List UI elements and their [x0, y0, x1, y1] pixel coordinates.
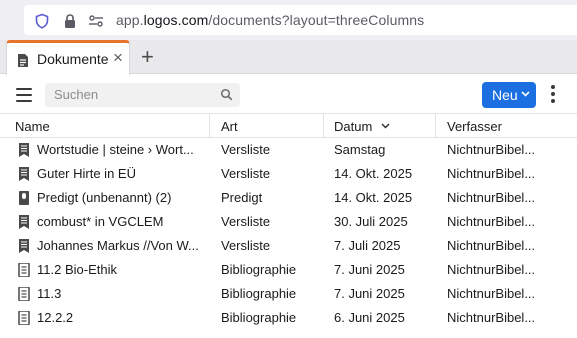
more-options-icon[interactable] [549, 85, 557, 105]
new-button-label: Neu [492, 87, 518, 103]
tab-label: Dokumente [37, 51, 109, 67]
document-type: Versliste [221, 166, 271, 181]
document-name: Wortstudie | steine › Wort... [37, 142, 194, 157]
wordlist-icon [19, 167, 29, 181]
document-type: Predigt [221, 190, 263, 205]
sort-descending-icon[interactable] [381, 123, 390, 129]
document-type: Bibliographie [221, 286, 297, 301]
document-author: NichtnurBibel... [447, 166, 536, 181]
document-name: 11.2 Bio-Ethik [37, 262, 117, 277]
document-author: NichtnurBibel... [447, 262, 536, 277]
document-icon [18, 54, 28, 67]
search-input[interactable]: Suchen [45, 83, 240, 107]
table-row[interactable]: Johannes Markus //Von W... Versliste 7. … [0, 234, 577, 258]
document-date: 14. Okt. 2025 [334, 166, 413, 181]
column-header-datum[interactable]: Datum [334, 119, 372, 134]
tab-dokumente[interactable]: Dokumente × [6, 40, 130, 75]
document-name: Johannes Markus //Von W... [37, 238, 199, 253]
document-type: Versliste [221, 142, 271, 157]
document-author: NichtnurBibel... [447, 142, 536, 157]
table-header: Name Art Datum Verfasser [0, 113, 577, 138]
tab-strip: Dokumente × + [0, 40, 577, 75]
document-author: NichtnurBibel... [447, 286, 536, 301]
lock-icon[interactable] [62, 13, 78, 29]
document-type: Versliste [221, 214, 271, 229]
bibliography-icon [18, 263, 30, 277]
add-tab-button[interactable]: + [141, 44, 154, 70]
wordlist-icon [19, 143, 29, 157]
shield-icon[interactable] [34, 13, 50, 29]
document-date: 14. Okt. 2025 [334, 190, 413, 205]
document-type: Versliste [221, 238, 271, 253]
document-type: Bibliographie [221, 262, 297, 277]
table-row[interactable]: Wortstudie | steine › Wort... Versliste … [0, 138, 577, 162]
url-text[interactable]: app.logos.com/documents?layout=threeColu… [116, 12, 424, 28]
document-author: NichtnurBibel... [447, 238, 536, 253]
document-name: 11.3 [37, 286, 62, 301]
document-date: 7. Juli 2025 [334, 238, 401, 253]
site-permissions-icon[interactable] [88, 13, 104, 29]
close-icon[interactable]: × [113, 49, 123, 67]
table-row[interactable]: Guter Hirte in EÜ Versliste 14. Okt. 202… [0, 162, 577, 186]
document-date: 7. Juni 2025 [334, 286, 405, 301]
app-toolbar: Suchen Neu [0, 75, 577, 113]
column-divider[interactable] [435, 114, 436, 138]
browser-toolbar: app.logos.com/documents?layout=threeColu… [0, 0, 577, 40]
wordlist-icon [19, 239, 29, 253]
document-date: Samstag [334, 142, 386, 157]
table-row[interactable]: 11.2 Bio-Ethik Bibliographie 7. Juni 202… [0, 258, 577, 282]
document-author: NichtnurBibel... [447, 214, 536, 229]
bibliography-icon [18, 287, 30, 301]
document-type: Bibliographie [221, 310, 297, 325]
document-name: 12.2.2 [37, 310, 74, 325]
table-row[interactable]: 12.2.2 Bibliographie 6. Juni 2025 Nichtn… [0, 306, 577, 330]
document-list: Wortstudie | steine › Wort... Versliste … [0, 138, 577, 338]
document-date: 7. Juni 2025 [334, 262, 405, 277]
new-button[interactable]: Neu [482, 82, 536, 108]
sermon-icon [19, 191, 29, 205]
document-author: NichtnurBibel... [447, 310, 536, 325]
menu-icon[interactable] [16, 88, 32, 102]
table-row[interactable]: 11.3 Bibliographie 7. Juni 2025 Nichtnur… [0, 282, 577, 306]
document-name: Predigt (unbenannt) (2) [37, 190, 172, 205]
column-header-verfasser[interactable]: Verfasser [447, 119, 502, 134]
chevron-down-icon [521, 91, 530, 97]
document-name: combust* in VGCLEM [37, 214, 164, 229]
document-name: Guter Hirte in EÜ [37, 166, 136, 181]
table-row[interactable]: combust* in VGCLEM Versliste 30. Juli 20… [0, 210, 577, 234]
document-date: 30. Juli 2025 [334, 214, 408, 229]
address-bar[interactable]: app.logos.com/documents?layout=threeColu… [24, 5, 577, 35]
search-placeholder: Suchen [54, 87, 99, 102]
bibliography-icon [18, 311, 30, 325]
column-divider[interactable] [323, 114, 324, 138]
column-header-name[interactable]: Name [15, 119, 50, 134]
wordlist-icon [19, 215, 29, 229]
document-date: 6. Juni 2025 [334, 310, 405, 325]
table-row[interactable]: Predigt (unbenannt) (2) Predigt 14. Okt.… [0, 186, 577, 210]
column-header-art[interactable]: Art [221, 119, 238, 134]
search-icon[interactable] [220, 88, 233, 101]
column-divider[interactable] [209, 114, 210, 138]
document-author: NichtnurBibel... [447, 190, 536, 205]
